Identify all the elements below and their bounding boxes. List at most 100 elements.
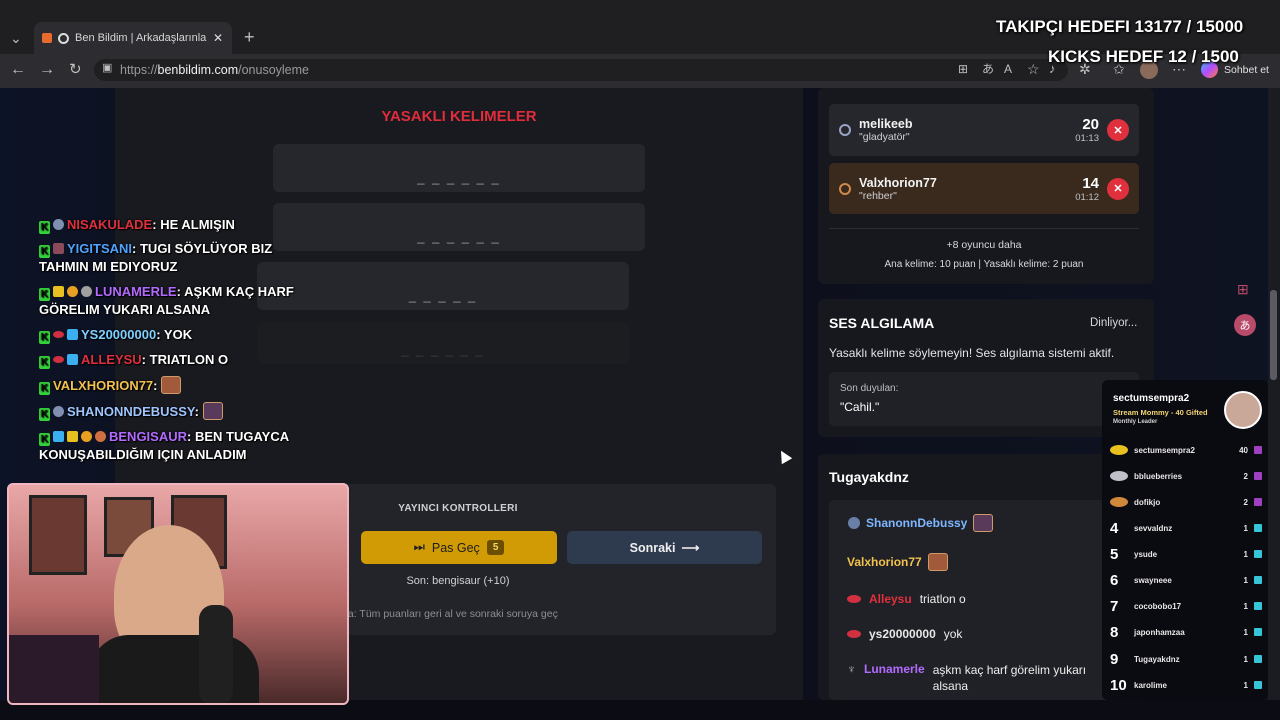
lips-badge-icon (53, 356, 64, 363)
emote-icon (202, 402, 223, 420)
read-aloud-icon[interactable]: A (1004, 63, 1012, 75)
skip-icon: ⏭ (413, 540, 425, 554)
translate-bubble-icon[interactable]: あ (1234, 314, 1256, 336)
kick-badge-icon: K (39, 408, 50, 421)
stream-chat-message: K BENGISAUR: BEN TUGAYCA KONUŞABILDIĞIM I… (39, 428, 314, 464)
player-time: 01:13 (1075, 133, 1099, 144)
site-info-icon[interactable]: ▣ (102, 63, 112, 74)
audio-icon[interactable] (58, 32, 69, 44)
streamer-controls-title: YAYINCI KONTROLLERI (398, 503, 518, 514)
coin-badge-icon (81, 431, 92, 442)
chat-user: VALXHORION77 (53, 378, 154, 393)
gift-icon (1254, 602, 1262, 610)
site-favicon-icon (42, 33, 52, 43)
controls-hint: ta: Tüm puanları geri al ve sonraki soru… (345, 608, 558, 620)
chat-user: YS20000000 (81, 327, 157, 342)
chat-separator: : (156, 327, 161, 342)
arrow-right-icon: ⟶ (681, 541, 700, 555)
tab-list-chevron-icon[interactable]: ⌄ (10, 31, 22, 45)
banned-word-slot: _ _ _ _ _ _ (273, 203, 645, 251)
reload-icon[interactable]: ↻ (69, 62, 82, 77)
room-chat-message: Valxhorion77 (847, 553, 948, 571)
url-bar[interactable]: ▣ https://benbildim.com/onusoyleme (94, 59, 1068, 81)
medal-icon (839, 182, 851, 195)
leaderboard-name: cocobobo17 (1134, 601, 1182, 611)
leaderboard-value: 1 (1243, 523, 1248, 533)
leaderboard-row: 7 cocobobo17 1 (1110, 597, 1262, 615)
chat-text: HE ALMIŞIN (160, 217, 235, 232)
emote-icon (973, 514, 994, 532)
leaderboard-value: 1 (1243, 549, 1248, 559)
room-chat-user: Alleysu (869, 592, 912, 606)
lips-rank-icon (1110, 494, 1134, 511)
scrollbar-thumb[interactable] (1270, 290, 1277, 380)
remove-player-button[interactable]: ✕ (1107, 177, 1129, 200)
leaderboard-row: 5 ysude 1 (1110, 545, 1262, 563)
gift-icon (1254, 524, 1262, 532)
crown-badge-icon (67, 431, 78, 442)
leaderboard-value: 1 (1243, 601, 1248, 611)
leader-avatar (1224, 391, 1262, 429)
streamer-body (89, 635, 259, 703)
tab-close-icon[interactable]: ✕ (213, 31, 223, 45)
favorite-star-icon[interactable]: ☆ (1027, 62, 1040, 76)
muscle-badge-icon (95, 431, 106, 442)
chat-separator: : (187, 429, 192, 444)
back-arrow-icon[interactable]: ← (10, 62, 26, 78)
room-chat-user: Lunamerle (864, 662, 925, 676)
leaderboard-rank: 4 (1110, 519, 1119, 537)
leaderboard-name: swayneee (1134, 575, 1172, 585)
divider (829, 228, 1139, 229)
last-score-text: Son: bengisaur (+10) (406, 575, 510, 587)
banned-word-slot: _ _ _ _ _ (257, 262, 629, 310)
gift-icon (1254, 472, 1262, 480)
grid-add-icon[interactable]: ⊞ (1237, 281, 1249, 298)
leaderboard-row: sectumsempra2 40 (1110, 441, 1262, 459)
leaderboard-row: 9 Tugayakdnz 1 (1110, 650, 1262, 668)
voice-title: SES ALGILAMA (829, 315, 935, 331)
last-heard-box (829, 372, 1139, 426)
leader-period: Monthly Leader (1113, 419, 1158, 425)
chat-text: TRIATLON O (149, 352, 229, 367)
pass-count-badge: 5 (486, 540, 505, 555)
gift-icon (1254, 576, 1262, 584)
next-button[interactable]: Sonraki ⟶ (567, 531, 762, 564)
room-chat-message: ♆ Lunamerle aşkm kaç harf görelim yukarı… (847, 662, 1109, 694)
page-scrollbar[interactable] (1268, 88, 1280, 700)
next-label: Sonraki (629, 540, 676, 555)
leaderboard-rank: 8 (1110, 623, 1119, 641)
leaderboard-name: dofikjo (1134, 497, 1161, 507)
stream-chat-message: K LUNAMERLE: AŞKM KAÇ HARF GÖRELIM YUKARI… (39, 283, 309, 319)
room-shelf (9, 635, 99, 703)
gift-icon (1254, 628, 1262, 636)
player-word: "gladyatör" (859, 131, 910, 143)
lips-badge-icon (847, 595, 861, 603)
url-prefix: https:// (120, 63, 158, 77)
gem-badge-icon (67, 329, 78, 340)
stream-chat-message: K SHANONNDEBUSSY: (39, 402, 319, 421)
leader-name: sectumsempra2 (1113, 393, 1190, 404)
leader-subtitle: Stream Mommy - 40 Gifted (1113, 408, 1208, 417)
leaderboard-rank: 7 (1110, 597, 1119, 615)
room-chat-text: yok (943, 627, 963, 641)
pass-button[interactable]: ⏭ Pas Geç 5 (361, 531, 557, 564)
room-chat-message: ShanonnDebussy (848, 514, 994, 532)
leaderboard-value: 2 (1243, 497, 1248, 507)
new-tab-plus-icon[interactable]: + (244, 28, 255, 46)
gem-badge-icon (67, 354, 78, 365)
leaderboard-name: japonhamzaa (1134, 627, 1185, 637)
chat-user: SHANONNDEBUSSY (67, 404, 195, 419)
browser-tab[interactable]: Ben Bildim | Arkadaşlarınla Ön ✕ (34, 22, 232, 54)
remove-player-button[interactable]: ✕ (1107, 119, 1129, 141)
stream-chat-message: K YS20000000: YOK (39, 326, 319, 344)
room-chat-user: ys20000000 (869, 627, 936, 641)
translate-icon[interactable]: あ (982, 63, 994, 75)
chat-text: YOK (163, 327, 193, 342)
chat-user: YIGITSANI (67, 241, 133, 256)
forward-arrow-icon[interactable]: → (39, 62, 55, 78)
leaderboard-name: ysude (1134, 549, 1158, 559)
emote-icon (927, 553, 948, 571)
stream-chat-message: K ALLEYSU: TRIATLON O (39, 351, 319, 369)
app-icon[interactable]: ⊞ (958, 63, 968, 75)
webcam-video (7, 483, 349, 705)
